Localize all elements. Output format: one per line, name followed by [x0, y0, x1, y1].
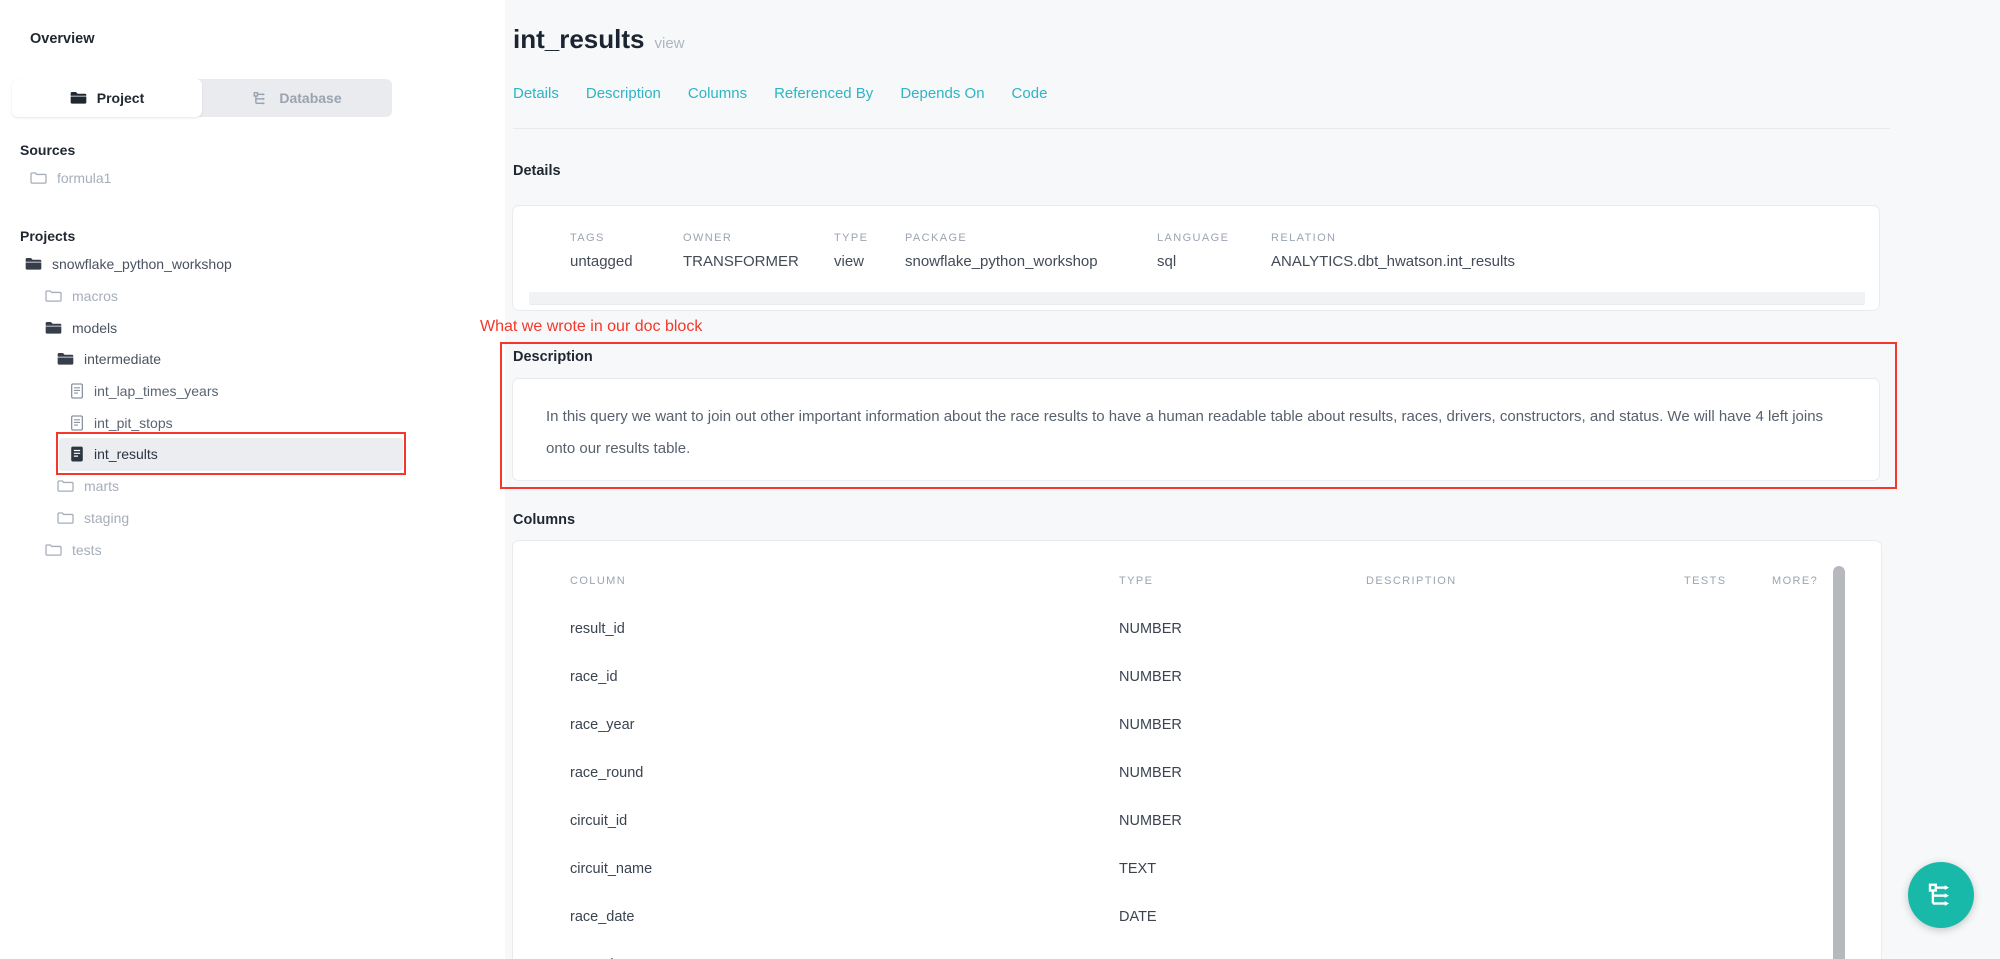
view-toggle: Project Database [12, 79, 392, 117]
field-owner: OWNER TRANSFORMER [683, 232, 834, 270]
folder-open-icon [25, 257, 42, 271]
folder-icon [45, 543, 62, 557]
tab-details[interactable]: Details [513, 85, 559, 102]
materialization-badge: view [655, 35, 685, 52]
details-section-heading: Details [513, 163, 561, 179]
folder-open-icon [45, 321, 62, 335]
columns-scrollbar[interactable] [1833, 566, 1845, 959]
project-tab-label: Project [97, 90, 144, 106]
tree-item-label: marts [84, 478, 119, 494]
folder-icon [45, 289, 62, 303]
divider [513, 128, 1890, 129]
columns-card: COLUMN TYPE DESCRIPTION TESTS MORE? resu… [512, 540, 1882, 959]
tab-columns[interactable]: Columns [688, 85, 747, 102]
tab-depends-on[interactable]: Depends On [900, 85, 984, 102]
sources-heading: Sources [20, 142, 75, 158]
table-row[interactable]: race_yearNUMBER [570, 701, 1811, 749]
tree-item-label: staging [84, 510, 129, 526]
field-package: PACKAGE snowflake_python_workshop [905, 232, 1157, 270]
tree-item-label: int_lap_times_years [94, 383, 219, 399]
columns-table-body: result_idNUMBER race_idNUMBER race_yearN… [570, 605, 1811, 959]
table-row[interactable]: circuit_nameTEXT [570, 845, 1811, 893]
tree-item-int_lap_times_years[interactable]: int_lap_times_years [70, 375, 219, 407]
col-header-more: MORE? [1772, 575, 1818, 587]
tree-item-int_results[interactable]: int_results [70, 438, 158, 470]
page-header: int_results view [513, 24, 685, 55]
columns-section-heading: Columns [513, 512, 575, 528]
folder-icon [57, 479, 74, 493]
tree-item-label: snowflake_python_workshop [52, 256, 232, 272]
lineage-graph-button[interactable] [1908, 862, 1974, 928]
file-icon [70, 383, 84, 399]
folder-open-icon [57, 352, 74, 366]
table-row[interactable]: race_timeTIME [570, 941, 1811, 959]
tree-item-label: models [72, 320, 117, 336]
field-type: TYPE view [834, 232, 905, 270]
table-row[interactable]: result_idNUMBER [570, 605, 1811, 653]
tree-item-marts[interactable]: marts [57, 470, 119, 502]
overview-link[interactable]: Overview [30, 31, 95, 47]
tree-item-snowflake_python_workshop[interactable]: snowflake_python_workshop [25, 248, 232, 280]
database-tab[interactable]: Database [202, 79, 392, 117]
projects-heading: Projects [20, 228, 75, 244]
tree-item-formula1[interactable]: formula1 [30, 162, 111, 194]
model-tabs: Details Description Columns Referenced B… [513, 85, 1047, 102]
tree-item-int_pit_stops[interactable]: int_pit_stops [70, 407, 173, 439]
description-card: In this query we want to join out other … [512, 378, 1880, 481]
table-row[interactable]: race_roundNUMBER [570, 749, 1811, 797]
field-tags: TAGS untagged [570, 232, 683, 270]
col-header-type: TYPE [1119, 575, 1366, 587]
file-icon [70, 415, 84, 431]
tree-item-intermediate[interactable]: intermediate [57, 343, 161, 375]
page-title: int_results [513, 24, 645, 55]
tree-item-label: int_pit_stops [94, 415, 173, 431]
details-card: TAGS untagged OWNER TRANSFORMER TYPE vie… [512, 205, 1880, 311]
file-solid-icon [70, 446, 84, 462]
col-header-column: COLUMN [570, 575, 1119, 587]
lineage-graph-icon [1926, 880, 1956, 910]
columns-table-header: COLUMN TYPE DESCRIPTION TESTS MORE? [570, 573, 1811, 589]
description-body: In this query we want to join out other … [513, 379, 1879, 465]
col-header-tests: TESTS [1684, 575, 1772, 587]
table-row[interactable]: circuit_idNUMBER [570, 797, 1811, 845]
tree-item-staging[interactable]: staging [57, 502, 129, 534]
database-tab-label: Database [279, 90, 341, 106]
tree-item-label: intermediate [84, 351, 161, 367]
folder-icon [30, 171, 47, 185]
col-header-description: DESCRIPTION [1366, 575, 1684, 587]
tree-item-label: tests [72, 542, 102, 558]
tree-item-macros[interactable]: macros [45, 280, 118, 312]
tree-item-tests[interactable]: tests [45, 534, 102, 566]
tree-item-label: macros [72, 288, 118, 304]
tree-item-models[interactable]: models [45, 312, 117, 344]
tree-item-label: int_results [94, 446, 158, 462]
folder-icon [70, 91, 87, 105]
field-relation: RELATION ANALYTICS.dbt_hwatson.int_resul… [1271, 232, 1879, 270]
table-row[interactable]: race_idNUMBER [570, 653, 1811, 701]
field-language: LANGUAGE sql [1157, 232, 1271, 270]
database-tree-icon [252, 90, 269, 107]
description-section-heading: Description [513, 349, 593, 365]
tab-code[interactable]: Code [1012, 85, 1048, 102]
tab-description[interactable]: Description [586, 85, 661, 102]
tree-item-label: formula1 [57, 170, 111, 186]
table-row[interactable]: race_dateDATE [570, 893, 1811, 941]
folder-icon [57, 511, 74, 525]
sidebar: Overview Project Database Sources formul… [0, 0, 505, 959]
dbt-docs-app: Overview Project Database Sources formul… [0, 0, 2000, 959]
details-fields: TAGS untagged OWNER TRANSFORMER TYPE vie… [513, 206, 1879, 270]
tab-referenced-by[interactable]: Referenced By [774, 85, 873, 102]
doc-block-annotation-text: What we wrote in our doc block [480, 318, 702, 336]
details-footer-strip [529, 292, 1865, 305]
project-tab[interactable]: Project [12, 79, 202, 117]
